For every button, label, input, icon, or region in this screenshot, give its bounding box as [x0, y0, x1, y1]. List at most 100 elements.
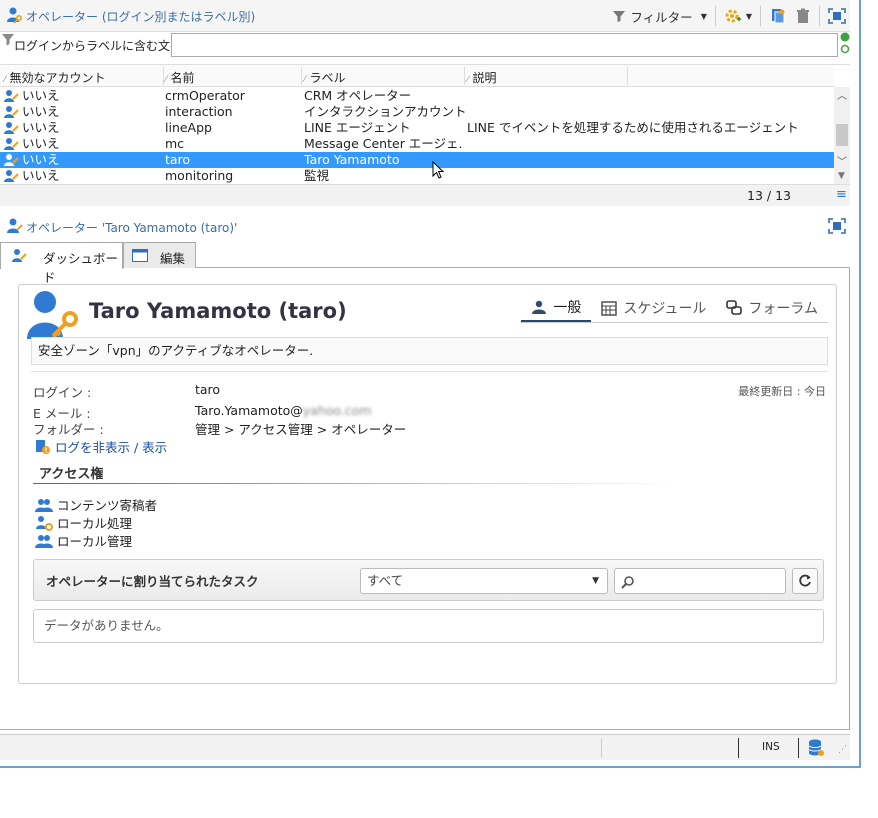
permission-label: コンテンツ寄稿者 — [57, 498, 158, 513]
table-row[interactable]: いいえ lineApp LINE エージェント LINE でイベントを処理するた… — [0, 120, 834, 136]
toolbar-divider — [714, 6, 716, 26]
filter-row: ログインからラベルに含む文字: — [0, 32, 850, 58]
operator-large-icon — [27, 291, 78, 339]
refresh-icon — [799, 574, 811, 587]
table-row[interactable]: いいえ mc Message Center エージェ... — [0, 136, 834, 152]
login-label: ログイン : — [33, 385, 92, 400]
columns-menu-icon[interactable]: ≡ — [836, 187, 847, 202]
table-row[interactable]: いいえ interaction インタラクションアカウント — [0, 104, 834, 120]
divider — [31, 371, 828, 372]
app-window: オペレーター (ログイン別またはラベル別) フィルター ▼ ▼ ログインからラベ… — [0, 0, 861, 768]
maximize-button[interactable] — [824, 5, 850, 27]
clear-icon[interactable] — [840, 32, 850, 42]
task-filter-value: すべて — [367, 573, 404, 588]
folder-label: フォルダー : — [33, 422, 104, 437]
detail-panel-title: オペレーター 'Taro Yamamoto (taro)' — [26, 221, 238, 235]
insert-mode-indicator: INS — [762, 741, 780, 753]
assigned-tasks-bar: オペレーターに割り当てられたタスク すべて ▼ — [33, 559, 824, 601]
column-header-disabled[interactable]: ⁄ 無効なアカウント — [4, 69, 106, 86]
operator-icon — [4, 122, 19, 134]
table-row[interactable]: いいえ crmOperator CRM オペレーター — [0, 88, 834, 104]
operator-icon — [4, 106, 19, 118]
view-tab-schedule-label: スケジュール — [623, 301, 707, 317]
column-header-name[interactable]: ⁄ 名前 — [165, 69, 195, 86]
chevron-down-icon: ▼ — [700, 11, 707, 21]
form-icon — [132, 249, 148, 262]
view-tab-forum-label: フォーラム — [748, 301, 818, 317]
permission-item: ローカル管理 — [35, 531, 132, 550]
resize-grip-icon[interactable]: ⋰ — [838, 745, 847, 755]
group-icon — [35, 534, 53, 548]
operator-card: Taro Yamamoto (taro) 一般 スケジュール フォーラム 安全ゾ… — [18, 284, 837, 684]
column-header-label[interactable]: ⁄ ラベル — [304, 69, 346, 86]
permission-item: コンテンツ寄稿者 — [35, 495, 157, 514]
permission-label: ローカル処理 — [57, 516, 133, 531]
gear-add-icon — [725, 9, 741, 23]
toolbar: フィルター ▼ ▼ — [608, 4, 850, 28]
toggle-log-label: ログを非表示 / 表示 — [55, 440, 168, 455]
view-tabs-divider — [520, 322, 828, 323]
table-row-selected[interactable]: いいえ taro Taro Yamamoto — [0, 152, 834, 168]
task-filter-select[interactable]: すべて ▼ — [360, 568, 608, 594]
assigned-tasks-title: オペレーターに割り当てられたタスク — [46, 574, 259, 589]
scroll-end-icon[interactable]: ▼ — [838, 171, 845, 181]
email-value: Taro.Yamamoto@yahoo.com — [195, 403, 372, 418]
toolbar-divider — [760, 6, 761, 26]
column-header-description[interactable]: ⁄ 説明 — [467, 69, 497, 86]
scroll-up-icon[interactable]: ︿ — [837, 87, 847, 102]
search-icon — [621, 576, 634, 589]
scroll-down-icon[interactable]: ﹀ — [837, 153, 847, 168]
trash-icon — [797, 8, 809, 23]
operator-icon — [7, 7, 23, 24]
dashboard-content: Taro Yamamoto (taro) 一般 スケジュール フォーラム 安全ゾ… — [0, 268, 850, 730]
operator-icon — [4, 154, 19, 166]
filter-input[interactable] — [171, 33, 838, 57]
new-action-button[interactable]: ▼ — [720, 5, 756, 27]
chevron-down-icon: ▼ — [592, 576, 599, 586]
detail-tabs: ダッシュボード 編集 — [0, 242, 850, 285]
tab-edit[interactable]: 編集 — [123, 242, 196, 268]
task-search-input[interactable] — [614, 568, 786, 594]
view-tabs: 一般 スケジュール フォーラム — [521, 293, 828, 323]
operator-icon — [4, 138, 19, 150]
toolbar-divider — [819, 6, 820, 26]
delete-button[interactable] — [791, 5, 815, 27]
login-value: taro — [195, 382, 221, 397]
operators-panel-title: オペレーター (ログイン別またはラベル別) — [26, 10, 256, 24]
folder-path: 管理 > アクセス管理 > オペレーター — [195, 422, 407, 437]
calendar-icon — [601, 301, 618, 316]
task-refresh-button[interactable] — [792, 568, 818, 594]
maximize-icon[interactable] — [828, 218, 846, 234]
operator-icon — [4, 90, 19, 102]
operator-gear-icon — [36, 515, 53, 531]
scrollbar-thumb[interactable] — [836, 124, 848, 146]
table-row[interactable]: いいえ monitoring 監視 — [0, 168, 834, 184]
filter-label: ログインからラベルに含む文字: — [14, 39, 187, 53]
filter-icon — [613, 11, 626, 22]
log-icon — [36, 439, 50, 454]
operator-icon — [12, 249, 27, 262]
operators-grid: ⁄ 無効なアカウント ⁄ 名前 ⁄ ラベル ⁄ 説明 いいえ crmOperator C… — [0, 64, 850, 206]
tab-edit-label: 編集 — [160, 251, 186, 266]
maximize-icon — [828, 8, 846, 24]
permission-label: ローカル管理 — [57, 534, 133, 549]
filter-button-label: フィルター — [630, 9, 693, 25]
view-tab-forum[interactable]: フォーラム — [716, 293, 828, 323]
filter-icon — [2, 34, 14, 46]
chat-icon — [726, 300, 743, 315]
pager-count: 13 / 13 — [747, 188, 791, 203]
last-updated: 最終更新日 : 今日 — [738, 385, 826, 398]
tab-dashboard[interactable]: ダッシュボード — [0, 242, 123, 285]
operator-icon — [4, 170, 19, 182]
view-tab-schedule[interactable]: スケジュール — [591, 293, 716, 323]
toggle-log-link[interactable]: ログを非表示 / 表示 — [35, 437, 167, 456]
duplicate-button[interactable] — [765, 5, 791, 27]
filter-button[interactable]: フィルター ▼ — [608, 5, 710, 27]
chevron-down-icon: ▼ — [745, 11, 752, 21]
detail-panel-header: オペレーター 'Taro Yamamoto (taro)' — [0, 212, 850, 240]
access-rights-underline — [33, 483, 673, 484]
grid-scrollbar[interactable]: ︿ ﹀ ▼ — [834, 87, 850, 184]
view-tab-general[interactable]: 一般 — [521, 293, 592, 323]
database-icon[interactable] — [808, 739, 824, 757]
refresh-icon[interactable] — [840, 44, 850, 54]
